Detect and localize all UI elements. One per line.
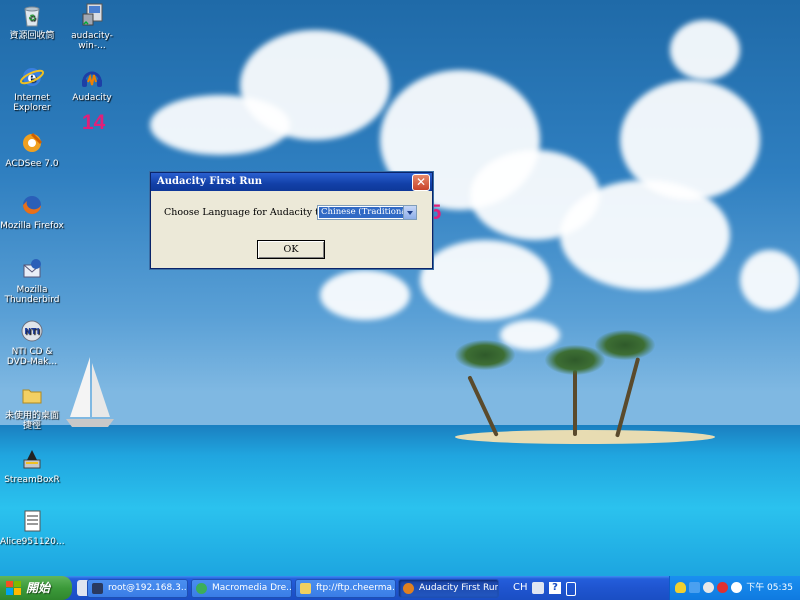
cloud [240, 30, 390, 140]
desktop-icon-alice[interactable]: Alice951120... [0, 508, 65, 547]
volume-icon[interactable] [703, 582, 714, 593]
task-label: Macromedia Dre... [212, 583, 292, 593]
desktop-icon-nti[interactable]: NTI NTI CD & DVD-Mak... [0, 318, 64, 367]
ftp-folder-icon [300, 583, 311, 594]
thunderbird-icon [19, 256, 45, 282]
dialog-title: Audacity First Run [157, 176, 263, 187]
audacity-icon [403, 583, 414, 594]
cloud [740, 250, 800, 310]
ime-options-icon[interactable] [566, 582, 576, 596]
desktop-icon-label: StreamBoxR [4, 475, 60, 485]
help-icon[interactable]: ? [549, 582, 561, 594]
annotation-step-14: 14 [82, 111, 106, 134]
task-label: Audacity First Run [419, 583, 499, 593]
folder-icon [19, 382, 45, 408]
network-icon[interactable] [689, 582, 700, 593]
cloud [420, 240, 550, 320]
chevron-down-icon[interactable] [403, 206, 416, 219]
desktop-icon-firefox[interactable]: Mozilla Firefox [0, 192, 64, 231]
keyboard-icon[interactable] [532, 582, 544, 594]
task-label: root@192.168.3.... [108, 583, 188, 593]
taskbar: 開始 root@192.168.3.... Macromedia Dre... … [0, 576, 800, 600]
desktop-icon-acdsee[interactable]: ACDSee 7.0 [0, 130, 64, 169]
desktop-icon-streambox[interactable]: StreamBoxR [0, 446, 64, 485]
close-button[interactable]: ✕ [412, 174, 430, 191]
desktop-icon-label: 資源回收筒 [9, 31, 55, 41]
sailboat-image [66, 357, 114, 427]
dialog-titlebar[interactable]: Audacity First Run ✕ [151, 173, 432, 191]
desktop-icon-label: Mozilla Thunderbird [4, 285, 60, 305]
desktop-icon-label: 未使用的桌面 捷徑 [4, 411, 59, 431]
desktop-icon-label: ACDSee 7.0 [5, 159, 59, 169]
desktop-icon-label: Internet Explorer [13, 93, 51, 113]
windows-logo-icon [6, 581, 21, 595]
clock[interactable]: 下午 05:35 [746, 576, 793, 600]
start-button[interactable]: 開始 [0, 576, 72, 600]
desktop-icon-label: Mozilla Firefox [0, 221, 64, 231]
sea [0, 425, 800, 576]
desktop-icon-internet-explorer[interactable]: e Internet Explorer [0, 64, 64, 113]
palm-fronds [595, 330, 655, 360]
language-select[interactable]: Chinese (Traditional) [317, 205, 417, 220]
desktop-icon-thunderbird[interactable]: Mozilla Thunderbird [0, 256, 64, 305]
language-indicator[interactable]: CH [513, 576, 528, 600]
antivirus-icon[interactable] [717, 582, 728, 593]
acdsee-icon [19, 130, 45, 156]
macromedia-icon [196, 583, 207, 594]
security-shield-icon[interactable] [675, 582, 686, 593]
update-icon[interactable] [731, 582, 742, 593]
start-label: 開始 [26, 581, 51, 595]
audacity-icon [79, 64, 105, 90]
ok-button[interactable]: OK [257, 240, 325, 259]
streambox-icon [19, 446, 45, 472]
desktop-icon-label: Audacity [72, 93, 112, 103]
palm-fronds [455, 340, 515, 370]
desktop-icon-unused-shortcuts[interactable]: 未使用的桌面 捷徑 [0, 382, 64, 431]
task-button-ftp[interactable]: ftp://ftp.cheerma... [295, 579, 396, 598]
nti-cd-icon: NTI [19, 318, 45, 344]
document-icon [19, 508, 45, 534]
desktop-icon-label: audacity-win-... [71, 31, 113, 51]
system-tray: 下午 05:35 [669, 576, 800, 600]
svg-text:♻: ♻ [28, 14, 36, 24]
palm-trunk [573, 370, 577, 436]
dialog-body: Choose Language for Audacity to use: Chi… [151, 191, 432, 267]
cloud [670, 20, 740, 80]
task-button-dreamweaver[interactable]: Macromedia Dre... [191, 579, 292, 598]
terminal-icon [92, 583, 103, 594]
language-select-value: Chinese (Traditional) [319, 207, 403, 218]
cloud [620, 80, 760, 200]
task-label: ftp://ftp.cheerma... [316, 583, 396, 593]
firefox-icon [19, 192, 45, 218]
recycle-bin-icon: ♻ [19, 2, 45, 28]
audacity-first-run-dialog: Audacity First Run ✕ Choose Language for… [150, 172, 433, 269]
svg-text:NTI: NTI [24, 327, 39, 336]
task-button-putty[interactable]: root@192.168.3.... [87, 579, 188, 598]
desktop-icon-label: Alice951120... [0, 537, 65, 547]
close-icon: ✕ [415, 175, 427, 189]
desktop: ♻ 資源回收筒 audacity-win-... e Internet Expl… [0, 0, 800, 576]
desktop-icon-recycle-bin[interactable]: ♻ 資源回收筒 [0, 2, 64, 41]
task-button-audacity-first-run[interactable]: Audacity First Run [398, 579, 499, 598]
internet-explorer-icon: e [19, 64, 45, 90]
desktop-icon-audacity[interactable]: Audacity [60, 64, 124, 103]
desktop-icon-label: NTI CD & DVD-Mak... [6, 347, 58, 367]
installer-icon [79, 2, 105, 28]
desktop-icon-audacity-installer[interactable]: audacity-win-... [60, 2, 124, 51]
cloud [320, 270, 410, 320]
